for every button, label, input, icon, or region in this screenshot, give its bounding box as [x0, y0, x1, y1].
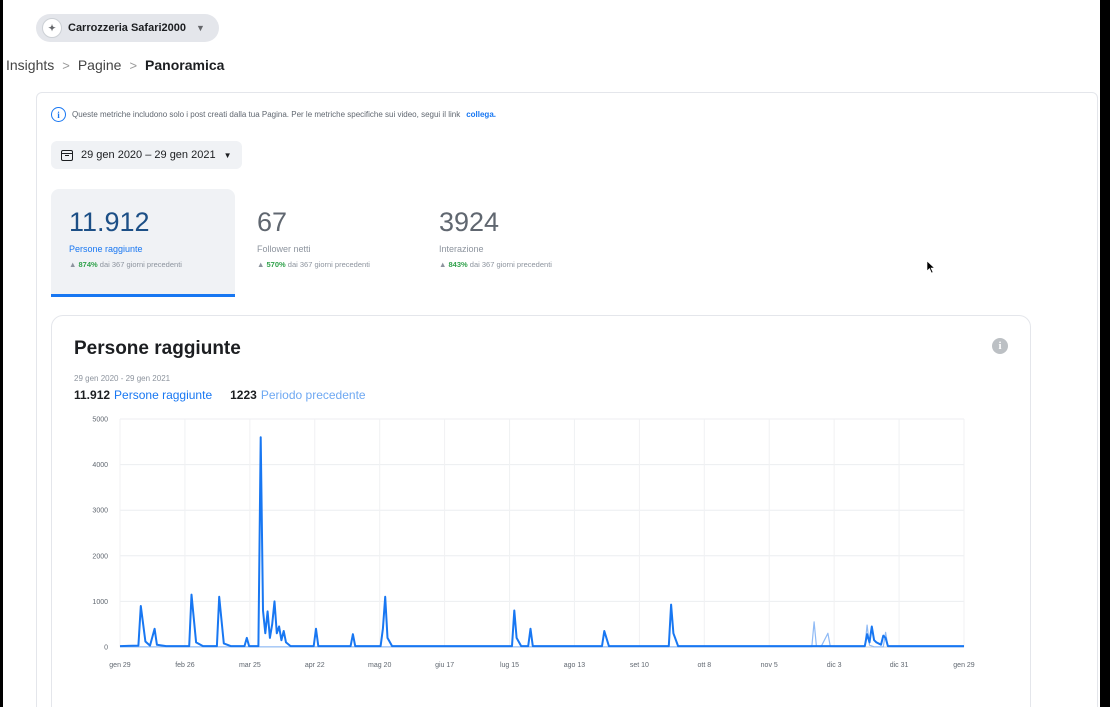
change-text: dai 367 giorni precedenti — [469, 260, 552, 269]
calendar-icon — [61, 149, 73, 161]
y-tick-label: 1000 — [92, 599, 108, 606]
metric-change: ▲ 874% dai 367 giorni precedenti — [69, 260, 182, 269]
chevron-down-icon: ▼ — [196, 23, 205, 33]
date-range-label: 29 gen 2020 – 29 gen 2021 — [81, 149, 216, 161]
metric-label: Persone raggiunte — [69, 244, 143, 254]
legend-item-current[interactable]: 11.912 Persone raggiunte — [74, 388, 212, 402]
y-tick-label: 5000 — [92, 417, 108, 424]
change-text: dai 367 giorni precedenti — [287, 260, 370, 269]
chevron-right-icon: > — [129, 57, 138, 73]
x-tick-label: ago 13 — [564, 662, 586, 669]
caret-down-icon: ▼ — [223, 150, 232, 160]
series-line-previous — [120, 621, 964, 648]
x-tick-label: lug 15 — [500, 662, 519, 669]
breadcrumb-insights[interactable]: Insights — [6, 57, 54, 73]
x-tick-label: giu 17 — [435, 662, 454, 669]
breadcrumb-current: Panoramica — [145, 57, 225, 73]
x-tick-label: set 10 — [630, 662, 649, 669]
page-selector[interactable]: ✦ Carrozzeria Safari2000 ▼ — [36, 14, 219, 42]
legend-label: Persone raggiunte — [114, 388, 213, 402]
x-tick-label: dic 31 — [890, 662, 909, 669]
screen-edge — [0, 0, 3, 707]
reach-chart-card: Persone raggiunte i 29 gen 2020 - 29 gen… — [51, 315, 1031, 707]
info-notice: i Queste metriche includono solo i post … — [51, 107, 496, 122]
metric-value: 11.912 — [69, 207, 150, 237]
metric-label: Follower netti — [257, 244, 311, 254]
chart-legend: 11.912 Persone raggiunte 1223 Periodo prec… — [74, 388, 366, 402]
metric-value: 3924 — [439, 207, 500, 237]
info-link[interactable]: collega. — [466, 110, 496, 119]
metric-change: ▲ 570% dai 367 giorni precedenti — [257, 260, 370, 269]
x-tick-label: apr 22 — [305, 662, 325, 669]
x-tick-label: gen 29 — [953, 662, 975, 669]
x-tick-label: mag 20 — [368, 662, 391, 669]
overview-panel: i Queste metriche includono solo i post … — [36, 92, 1098, 707]
metric-followers[interactable]: 67 Follower netti ▲ 570% dai 367 giorni … — [239, 189, 419, 297]
series-line-current — [119, 436, 964, 648]
info-icon[interactable]: i — [992, 338, 1008, 354]
mouse-cursor-icon — [926, 260, 936, 274]
metric-change: ▲ 843% dai 367 giorni precedenti — [439, 260, 552, 269]
x-tick-label: ott 8 — [697, 662, 711, 669]
chart-title: Persone raggiunte — [74, 338, 241, 359]
y-tick-label: 4000 — [92, 462, 108, 469]
chevron-right-icon: > — [62, 57, 70, 73]
y-tick-label: 2000 — [92, 553, 108, 560]
reach-line-chart: 0 1000 2000 3000 4000 5000 gen 29 feb 26 mar 25 a… — [92, 417, 975, 670]
metric-reach[interactable]: 11.912 Persone raggiunte ▲ 874% dai 367 … — [51, 189, 235, 297]
metric-value: 67 — [257, 207, 288, 237]
breadcrumb-pagine[interactable]: Pagine — [78, 57, 122, 73]
x-tick-label: feb 26 — [175, 662, 195, 669]
metric-interaction[interactable]: 3924 Interazione ▲ 843% dai 367 giorni p… — [421, 189, 601, 297]
chart-date-range: 29 gen 2020 - 29 gen 2021 — [74, 374, 171, 383]
metric-label: Interazione — [439, 244, 484, 254]
change-percent: 843% — [448, 260, 468, 269]
x-tick-label: dic 3 — [827, 662, 842, 669]
info-text: Queste metriche includono solo i post cr… — [72, 110, 461, 119]
breadcrumb: Insights > Pagine > Panoramica — [6, 57, 224, 73]
legend-item-previous[interactable]: 1223 Periodo precedente — [230, 388, 365, 402]
screen-edge — [1100, 0, 1110, 707]
insights-page: ✦ Carrozzeria Safari2000 ▼ Insights > Pa… — [0, 0, 1110, 707]
legend-label: Periodo precedente — [260, 388, 366, 402]
date-range-picker[interactable]: 29 gen 2020 – 29 gen 2021 ▼ — [51, 141, 242, 169]
x-tick-label: nov 5 — [761, 662, 778, 669]
change-percent: 570% — [266, 260, 286, 269]
page-logo-icon: ✦ — [42, 18, 62, 38]
page-name: Carrozzeria Safari2000 — [68, 22, 187, 34]
x-tick-label: mar 25 — [239, 662, 261, 669]
change-text: dai 367 giorni precedenti — [99, 260, 182, 269]
y-tick-label: 0 — [104, 645, 108, 652]
legend-value: 1223 — [230, 388, 257, 402]
y-tick-label: 3000 — [92, 508, 108, 515]
x-tick-label: gen 29 — [109, 662, 131, 669]
legend-value: 11.912 — [74, 388, 111, 402]
change-percent: 874% — [78, 260, 98, 269]
info-icon: i — [51, 107, 66, 122]
